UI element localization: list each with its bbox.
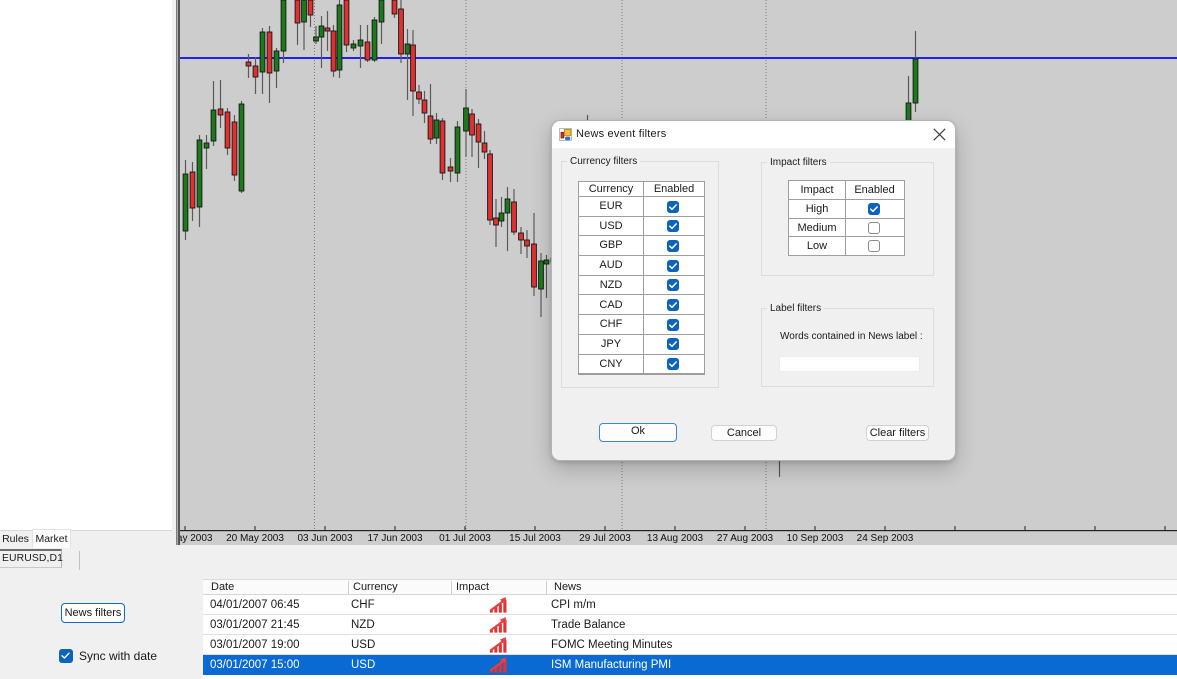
svg-text:27 Aug 2003: 27 Aug 2003 — [717, 533, 774, 544]
svg-text:29 Jul 2003: 29 Jul 2003 — [579, 533, 631, 544]
svg-text:24 Sep 2003: 24 Sep 2003 — [857, 533, 914, 544]
svg-text:May 2003: May 2003 — [180, 533, 213, 544]
svg-text:01 Jul 2003: 01 Jul 2003 — [439, 533, 491, 544]
svg-text:13 Aug 2003: 13 Aug 2003 — [647, 533, 704, 544]
svg-text:17 Jun 2003: 17 Jun 2003 — [367, 533, 422, 544]
svg-text:20 May 2003: 20 May 2003 — [226, 533, 284, 544]
svg-text:10 Sep 2003: 10 Sep 2003 — [787, 533, 844, 544]
svg-text:15 Jul 2003: 15 Jul 2003 — [509, 533, 561, 544]
svg-text:03 Jun 2003: 03 Jun 2003 — [297, 533, 352, 544]
